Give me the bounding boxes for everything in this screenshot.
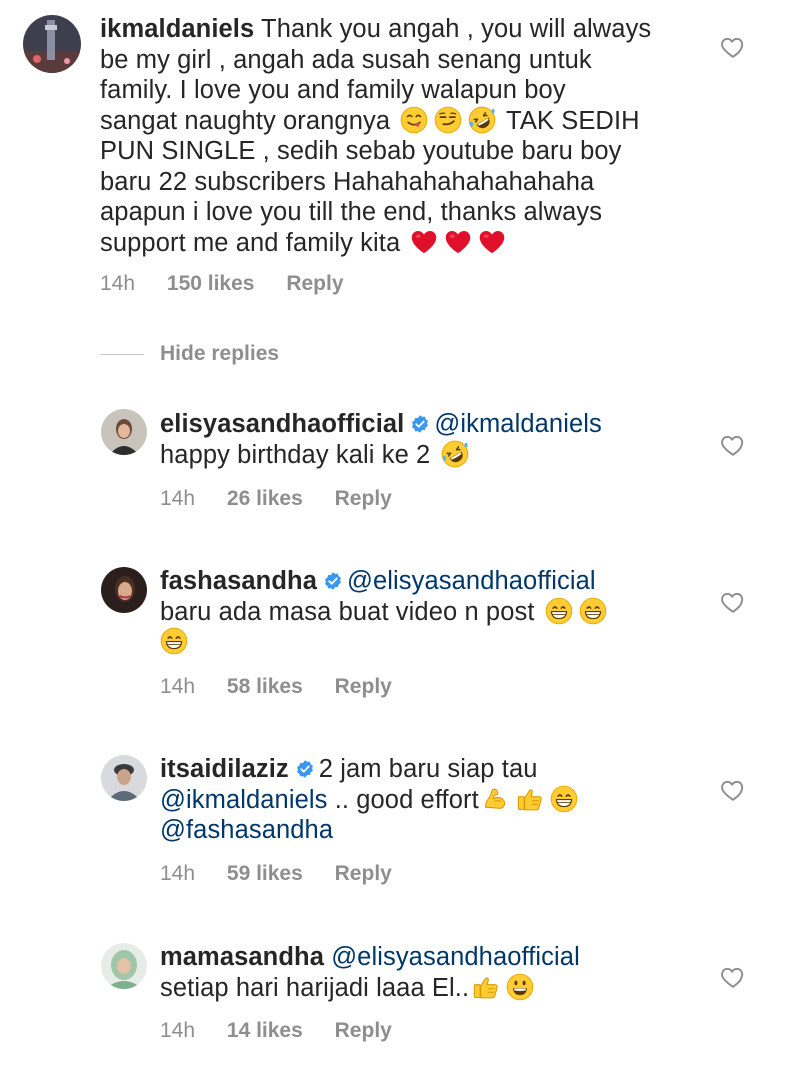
rofl-emoji [468,106,496,134]
mention-link[interactable]: @ikmaldaniels [160,786,328,814]
comment-meta: 14h 14 likes Reply [160,1019,418,1043]
red-heart-emoji [410,228,438,256]
rofl-emoji [441,440,469,468]
thumbs-up-emoji [472,973,500,1001]
comment-meta: 14h 58 likes Reply [160,675,418,699]
likes-count[interactable]: 150 likes [167,272,255,296]
comment-text: mamasandha @elisyasandhaofficial setiap … [160,943,580,1002]
avatar-ikmaldaniels[interactable] [23,15,81,73]
reply-button[interactable]: Reply [335,675,392,699]
heart-outline-icon[interactable] [720,432,746,458]
hide-replies-button[interactable]: Hide replies [100,340,279,368]
comment-text: elisyasandhaofficial @ikmaldaniels happy … [160,409,720,470]
verified-badge-icon [410,414,430,434]
grin-emoji [579,597,607,625]
timestamp: 14h [160,487,196,510]
username[interactable]: ikmaldaniels [100,15,254,43]
comment-meta: 14h 150 likes Reply [100,272,370,296]
heart-outline-icon[interactable] [720,34,746,60]
smirk-emoji [434,106,462,134]
grin-emoji [545,597,573,625]
verified-badge-icon [323,571,343,591]
likes-count[interactable]: 59 likes [227,862,303,886]
avatar-elisyasandhaofficial[interactable] [101,409,147,455]
comment-meta: 14h 59 likes Reply [160,862,418,886]
avatar-mamasandha[interactable] [101,943,147,989]
red-heart-emoji [478,228,506,256]
grin-emoji [550,785,578,813]
username[interactable]: fashasandha [160,567,317,595]
flexed-biceps-emoji [482,785,510,813]
divider-line [100,353,144,355]
avatar-itsaidilaziz[interactable] [101,755,147,801]
mention-link[interactable]: @elisyasandhaofficial [347,567,596,595]
comment-text: ikmaldaniels Thank you angah , you will … [100,15,652,257]
heart-outline-icon[interactable] [720,964,746,990]
timestamp: 14h [160,675,196,698]
heart-outline-icon[interactable] [720,589,746,615]
red-heart-emoji [444,228,472,256]
likes-count[interactable]: 14 likes [227,1019,303,1043]
timestamp: 14h [160,862,196,885]
reply-button[interactable]: Reply [286,272,343,296]
heart-outline-icon[interactable] [720,777,746,803]
grin-emoji [160,627,188,655]
timestamp: 14h [160,1019,196,1042]
avatar-fashasandha[interactable] [101,567,147,613]
username[interactable]: mamasandha [160,943,324,971]
reply-button[interactable]: Reply [335,487,392,511]
mention-link[interactable]: @ikmaldaniels [434,410,602,438]
username[interactable]: itsaidilaziz [160,755,289,783]
username[interactable]: elisyasandhaofficial [160,410,404,438]
mention-link[interactable]: @elisyasandhaofficial [331,943,580,971]
comment-text: itsaidilaziz 2 jam baru siap tau @ikmalda… [160,754,720,846]
likes-count[interactable]: 26 likes [227,487,303,511]
mention-link[interactable]: @fashasandha [160,816,333,844]
likes-count[interactable]: 58 likes [227,675,303,699]
verified-badge-icon [295,759,315,779]
comment-meta: 14h 26 likes Reply [160,487,418,511]
reply-button[interactable]: Reply [335,862,392,886]
grinning-emoji [506,973,534,1001]
timestamp: 14h [100,272,136,295]
reply-button[interactable]: Reply [335,1019,392,1043]
thumbs-up-emoji [516,785,544,813]
comment-text: fashasandha @elisyasandhaofficial baru ad… [160,566,720,658]
yum-emoji [400,106,428,134]
